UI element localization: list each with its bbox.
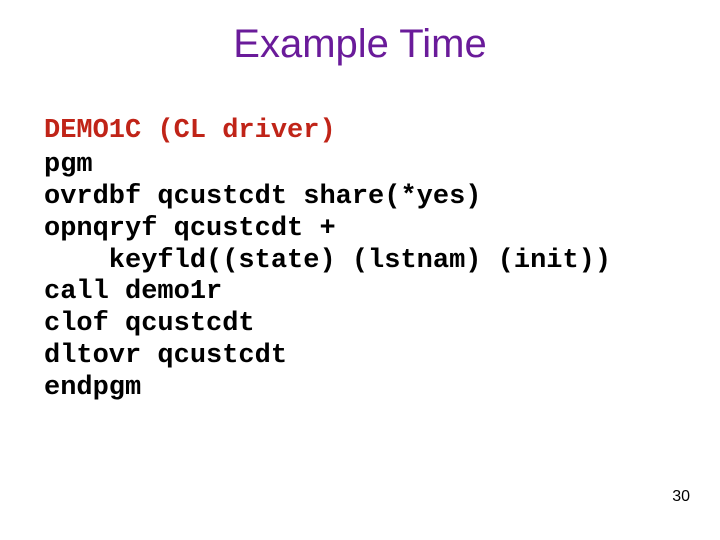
page-number: 30 <box>672 488 690 506</box>
slide-title: Example Time <box>0 22 720 67</box>
code-heading: DEMO1C (CL driver) <box>44 116 336 146</box>
code-block: pgm ovrdbf qcustcdt share(*yes) opnqryf … <box>44 150 611 405</box>
slide: Example Time DEMO1C (CL driver) pgm ovrd… <box>0 0 720 540</box>
